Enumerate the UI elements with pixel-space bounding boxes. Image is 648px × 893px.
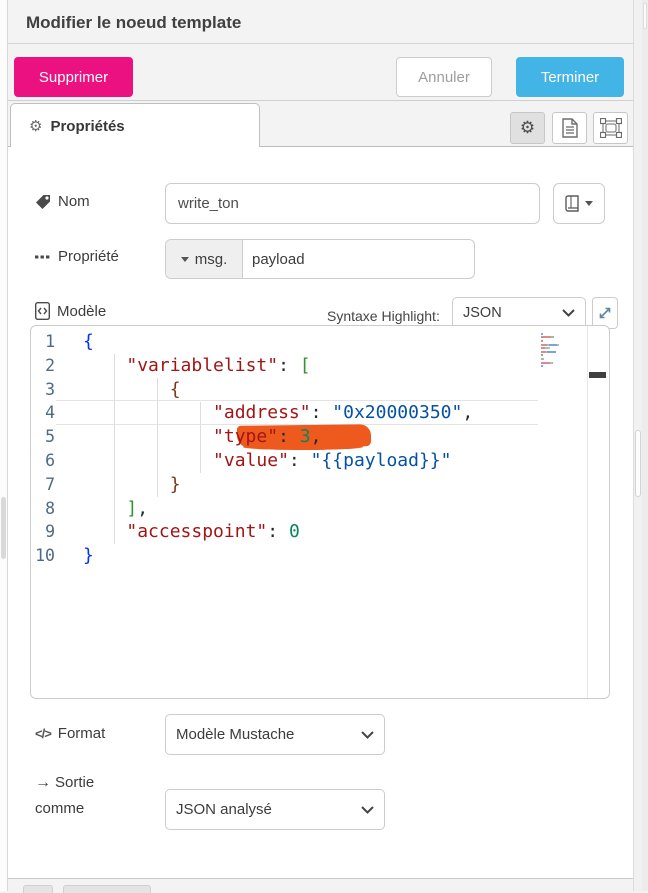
output-select[interactable]: JSON analysé [165,789,385,830]
done-button[interactable]: Terminer [516,57,624,97]
code-line[interactable]: 3 { [31,378,609,402]
edge-scrollbar-track[interactable] [642,0,648,891]
page-scrollbar-thumb[interactable] [635,430,641,497]
tab-bar: ⚙ Propriétés ⚙ [8,101,633,147]
tab-properties-label: Propriétés [50,118,124,135]
chevron-down-icon [361,806,374,814]
property-type-selector[interactable]: msg. [166,240,243,278]
output-select-value: JSON analysé [176,801,272,818]
property-label: Propriété [58,248,119,265]
dialog-title: Modifier le noeud template [26,13,241,33]
left-scrollbar-track[interactable] [0,0,8,891]
property-value[interactable]: payload [243,240,305,278]
edit-template-dialog: Modifier le noeud template Supprimer Ann… [8,0,633,891]
footer-button[interactable] [23,885,53,893]
chevron-down-icon [562,309,575,317]
template-editor[interactable]: 1{2 "variablelist": [3 {4 "address": "0x… [30,325,610,699]
delete-button[interactable]: Supprimer [14,57,133,97]
properties-panel: Nom Propriété msg. payload [8,147,633,878]
expand-icon [598,306,612,320]
appearance-icon [600,118,622,138]
properties-view-button[interactable]: ⚙ [510,112,545,144]
appearance-view-button[interactable] [593,112,628,144]
editor-minimap[interactable] [541,332,583,368]
ellipsis-icon [35,255,51,259]
gear-icon: ⚙ [29,117,42,135]
dialog-header: Modifier le noeud template [8,0,633,44]
code-line[interactable]: 8 ], [31,497,609,521]
chevron-down-icon [585,201,593,206]
line-number: 5 [31,425,83,449]
document-icon [562,118,578,138]
page-scrollbar-track[interactable] [633,0,642,891]
code-line[interactable]: 7 } [31,473,609,497]
overview-ruler-marker [589,372,606,378]
line-number: 7 [31,473,83,497]
format-label-row: </> Format [35,725,105,742]
template-label: Modèle [57,303,106,320]
code-line[interactable]: 2 "variablelist": [ [31,354,609,378]
editor-scroll-column[interactable] [587,326,609,698]
gear-icon: ⚙ [520,118,535,138]
code-line[interactable]: 5 "type": 3, [31,425,609,449]
format-select[interactable]: Modèle Mustache [165,714,385,755]
output-label-row: →Sortie comme [35,770,119,822]
description-view-button[interactable] [552,112,587,144]
code-line[interactable]: 10} [31,544,609,568]
book-icon [565,195,580,212]
line-number: 1 [31,330,83,354]
dialog-footer [8,878,633,891]
tab-properties[interactable]: ⚙ Propriétés [10,103,260,148]
code-line[interactable]: 1{ [31,330,609,354]
line-number: 2 [31,354,83,378]
file-code-icon [35,302,50,320]
syntax-select-value: JSON [463,305,502,321]
code-line[interactable]: 9 "accesspoint": 0 [31,520,609,544]
format-select-value: Modèle Mustache [176,726,294,743]
cancel-button[interactable]: Annuler [396,57,492,97]
tag-icon [35,194,51,210]
code-brackets-icon: </> [35,726,51,741]
property-typed-input[interactable]: msg. payload [165,239,475,279]
property-label-row: Propriété [35,248,119,265]
chevron-down-icon [361,731,374,739]
arrow-right-icon: → [35,774,51,791]
property-prefix: msg. [195,251,228,268]
line-number: 3 [31,378,83,402]
chevron-down-icon [181,257,189,262]
name-label: Nom [58,193,90,210]
dialog-button-row: Supprimer Annuler Terminer [8,45,633,101]
library-button[interactable] [553,183,605,224]
line-number: 8 [31,497,83,521]
line-number: 9 [31,520,83,544]
left-scrollbar-thumb[interactable] [1,497,6,559]
line-number: 10 [31,544,83,568]
footer-button[interactable] [63,885,151,893]
code-line[interactable]: 4 "address": "0x20000350", [31,401,609,425]
code-lines[interactable]: 1{2 "variablelist": [3 {4 "address": "0x… [31,330,609,568]
syntax-highlight-label: Syntaxe Highlight: [327,308,440,324]
name-label-row: Nom [35,193,90,210]
format-label: Format [58,725,106,742]
template-label-row: Modèle [35,302,106,320]
name-input[interactable] [165,183,540,224]
line-number: 6 [31,449,83,473]
edge-scrollbar-thumb[interactable] [643,3,647,29]
line-number: 4 [31,401,83,425]
code-line[interactable]: 6 "value": "{{payload}}" [31,449,609,473]
